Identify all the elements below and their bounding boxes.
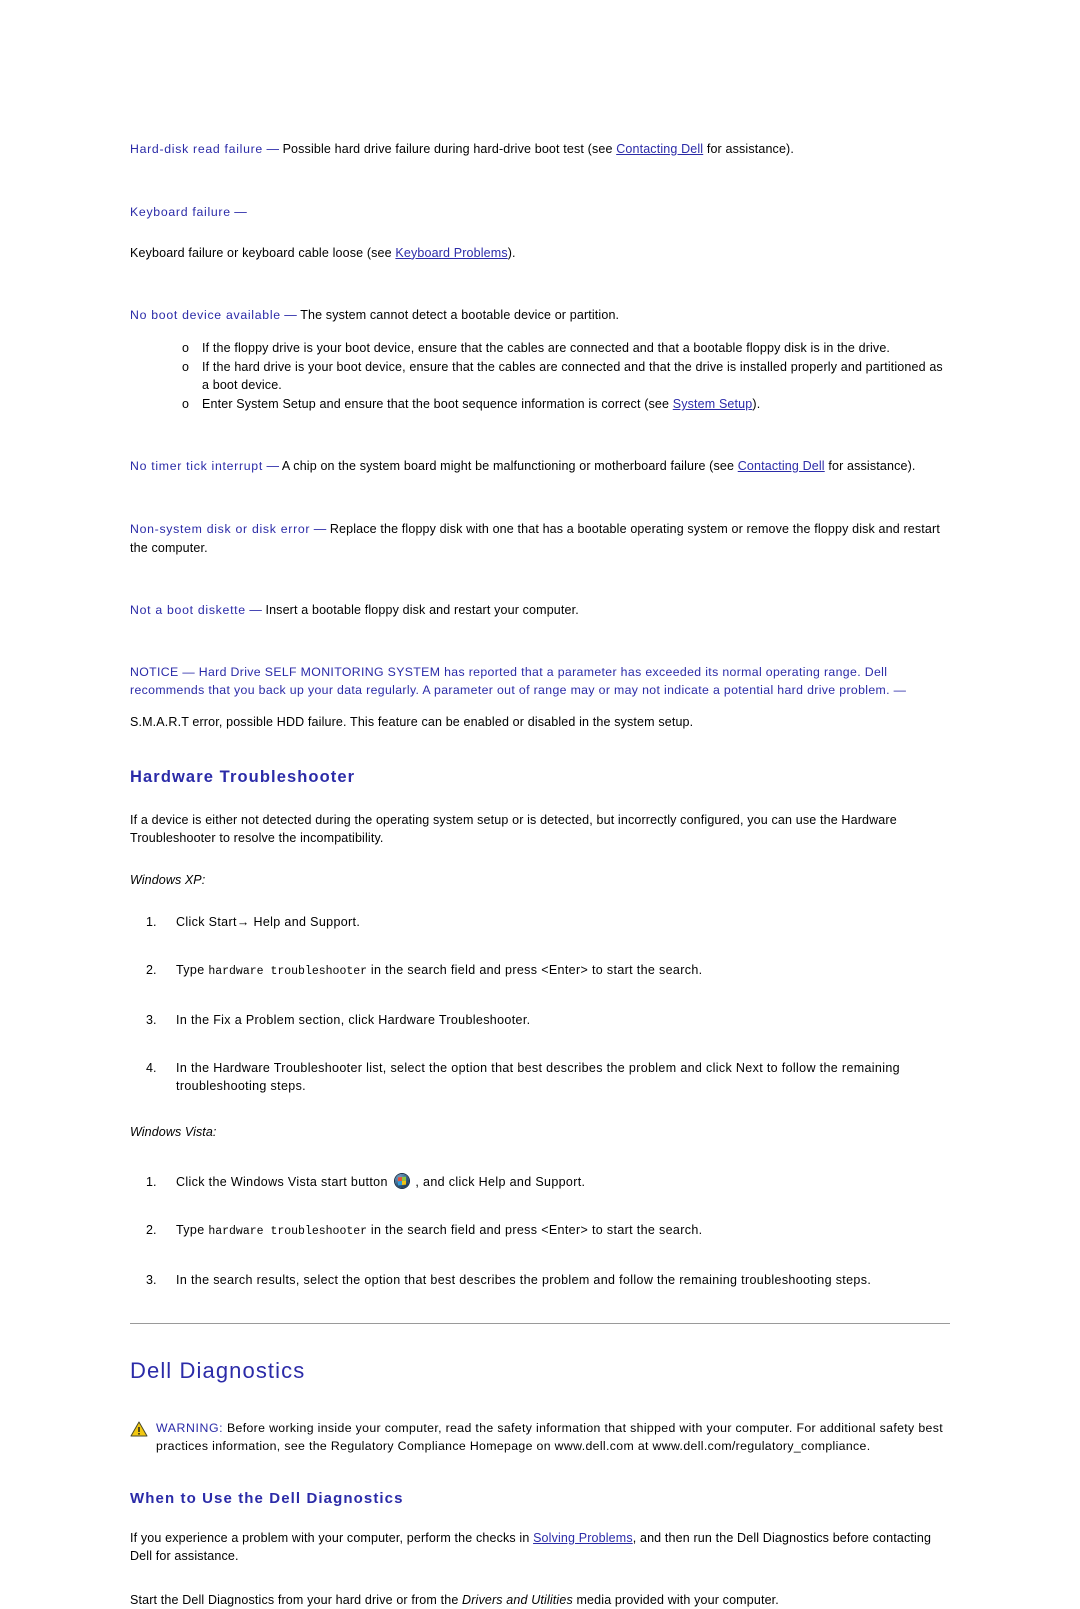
error-message-paragraph: Hard-disk read failure — Possible hard d… bbox=[130, 140, 950, 159]
keyboard-failure-text-after: ). bbox=[507, 245, 516, 260]
document-page: Hard-disk read failure — Possible hard d… bbox=[0, 0, 1080, 1607]
paragraph-text-before: Start the Dell Diagnostics from your har… bbox=[130, 1592, 463, 1607]
document-content: Hard-disk read failure — Possible hard d… bbox=[130, 140, 950, 1609]
step-text-post: , and click Help and Support. bbox=[411, 1174, 586, 1189]
windows-xp-steps-list: Click Start→ Help and Support. Type hard… bbox=[130, 913, 950, 1095]
step-text: In the Hardware Troubleshooter list, sel… bbox=[176, 1060, 900, 1093]
os-label-windows-vista: Windows Vista: bbox=[130, 1124, 217, 1139]
warning-body-text: Before working inside your computer, rea… bbox=[156, 1420, 943, 1453]
warning-keyword: WARNING: bbox=[156, 1420, 224, 1435]
keyboard-failure-label-line: Keyboard failure — bbox=[130, 203, 950, 222]
bullet-text: Enter System Setup and ensure that the b… bbox=[202, 396, 673, 411]
error-description: Insert a bootable floppy disk and restar… bbox=[265, 602, 579, 617]
step-text-pre: Type bbox=[176, 962, 209, 977]
error-description: The system cannot detect a bootable devi… bbox=[300, 307, 620, 322]
error-message-not-a-boot-diskette: Not a boot diskette — Insert a bootable … bbox=[130, 601, 950, 620]
list-item: If the floppy drive is your boot device,… bbox=[182, 339, 950, 357]
paragraph-text-after: media provided with your computer. bbox=[572, 1592, 779, 1607]
notice-text: NOTICE — Hard Drive SELF MONITORING SYST… bbox=[130, 664, 907, 697]
monospace-search-term: hardware troubleshooter bbox=[208, 1225, 368, 1239]
monospace-search-term: hardware troubleshooter bbox=[208, 964, 368, 978]
error-description-after: for assistance). bbox=[824, 459, 916, 474]
error-message-keyboard-failure: Keyboard failure — bbox=[130, 203, 950, 222]
step-text-post: in the search field and press <Enter> to… bbox=[367, 962, 703, 977]
error-message-no-boot-device: No boot device available — The system ca… bbox=[130, 306, 950, 413]
link-contacting-dell[interactable]: Contacting Dell bbox=[616, 142, 703, 156]
step-text-pre: Type bbox=[176, 1223, 209, 1238]
windows-vista-steps-list: Click the Windows Vista start button , a… bbox=[130, 1173, 950, 1289]
list-item-step-1: Click Start→ Help and Support. bbox=[146, 913, 950, 931]
error-label: No boot device available bbox=[130, 307, 281, 322]
step-text-pre: Click the Windows Vista start button bbox=[176, 1174, 392, 1189]
heading-dell-diagnostics: Dell Diagnostics bbox=[130, 1357, 306, 1383]
bullet-text: If the floppy drive is your boot device,… bbox=[202, 340, 891, 355]
error-message-paragraph: No boot device available — The system ca… bbox=[130, 306, 950, 325]
error-description-before: Possible hard drive failure during hard-… bbox=[282, 142, 617, 156]
warning-triangle-icon bbox=[130, 1421, 148, 1437]
link-system-setup[interactable]: System Setup bbox=[673, 397, 753, 411]
keyboard-failure-text-before: Keyboard failure or keyboard cable loose… bbox=[130, 245, 396, 260]
section-divider bbox=[130, 1322, 950, 1324]
hardware-troubleshooter-intro: If a device is either not detected durin… bbox=[130, 812, 897, 845]
notice-body: S.M.A.R.T error, possible HDD failure. T… bbox=[130, 715, 694, 730]
bullet-text-after: ). bbox=[752, 396, 761, 411]
step-text-pre: Click Start bbox=[176, 914, 237, 929]
error-description-before: A chip on the system board might be malf… bbox=[281, 459, 738, 474]
error-message-hard-disk-read-failure: Hard-disk read failure — Possible hard d… bbox=[130, 140, 950, 159]
list-item-step-4: In the Hardware Troubleshooter list, sel… bbox=[146, 1059, 950, 1095]
link-solving-problems[interactable]: Solving Problems bbox=[533, 1531, 633, 1545]
list-item: Enter System Setup and ensure that the b… bbox=[182, 395, 950, 413]
heading-hardware-troubleshooter: Hardware Troubleshooter bbox=[130, 767, 356, 786]
list-item-step-2: Type hardware troubleshooter in the sear… bbox=[146, 1221, 950, 1241]
warning-text-wrapper: WARNING: Before working inside your comp… bbox=[156, 1420, 950, 1456]
keyboard-failure-body: Keyboard failure or keyboard cable loose… bbox=[130, 244, 950, 262]
error-message-no-timer-tick: No timer tick interrupt — A chip on the … bbox=[130, 457, 950, 476]
link-keyboard-problems[interactable]: Keyboard Problems bbox=[395, 246, 507, 260]
heading-when-to-use-dell-diagnostics: When to Use the Dell Diagnostics bbox=[130, 1489, 404, 1507]
paragraph-text-before: If you experience a problem with your co… bbox=[130, 1530, 534, 1545]
notice-block: NOTICE — Hard Drive SELF MONITORING SYST… bbox=[130, 664, 950, 732]
list-item-step-3: In the Fix a Problem section, click Hard… bbox=[146, 1011, 950, 1029]
windows-vista-orb-icon bbox=[394, 1173, 409, 1188]
error-label: Non-system disk or disk error bbox=[130, 521, 311, 536]
when-to-use-paragraph-2: Start the Dell Diagnostics from your har… bbox=[130, 1591, 950, 1609]
error-label: Hard-disk read failure bbox=[130, 142, 263, 156]
step-text-post: in the search field and press <Enter> to… bbox=[367, 1223, 703, 1238]
list-item-step-3: In the search results, select the option… bbox=[146, 1271, 950, 1289]
list-item: If the hard drive is your boot device, e… bbox=[182, 358, 950, 394]
step-text: In the Fix a Problem section, click Hard… bbox=[176, 1012, 531, 1027]
step-text: In the search results, select the option… bbox=[176, 1272, 872, 1287]
warning-callout: WARNING: Before working inside your comp… bbox=[130, 1420, 950, 1456]
em-dash: — bbox=[313, 521, 327, 536]
list-item-step-2: Type hardware troubleshooter in the sear… bbox=[146, 961, 950, 981]
media-name-italic: Drivers and Utilities bbox=[462, 1592, 573, 1607]
link-contacting-dell[interactable]: Contacting Dell bbox=[738, 459, 825, 473]
error-message-non-system-disk: Non-system disk or disk error — Replace … bbox=[130, 520, 950, 557]
when-to-use-paragraph-1: If you experience a problem with your co… bbox=[130, 1529, 950, 1565]
no-boot-device-bullet-list: If the floppy drive is your boot device,… bbox=[130, 339, 950, 414]
error-label: No timer tick interrupt bbox=[130, 459, 263, 474]
bullet-text: If the hard drive is your boot device, e… bbox=[202, 359, 943, 392]
em-dash: — bbox=[266, 459, 279, 474]
keyboard-failure-paragraph: Keyboard failure or keyboard cable loose… bbox=[130, 244, 950, 262]
step-text-post: Help and Support. bbox=[249, 914, 361, 929]
error-message-paragraph: Non-system disk or disk error — Replace … bbox=[130, 520, 950, 557]
error-label: Not a boot diskette bbox=[130, 602, 246, 617]
list-item-step-1: Click the Windows Vista start button , a… bbox=[146, 1173, 950, 1191]
error-message-paragraph: Not a boot diskette — Insert a bootable … bbox=[130, 601, 950, 620]
arrow-icon: → bbox=[236, 914, 250, 929]
em-dash: — bbox=[234, 204, 247, 219]
error-message-paragraph: No timer tick interrupt — A chip on the … bbox=[130, 457, 950, 476]
error-description-after: for assistance). bbox=[703, 142, 794, 156]
em-dash: — bbox=[266, 142, 279, 156]
error-label: Keyboard failure bbox=[130, 204, 231, 219]
os-label-windows-xp: Windows XP: bbox=[130, 872, 206, 887]
em-dash: — bbox=[284, 307, 297, 322]
em-dash: — bbox=[249, 602, 262, 617]
